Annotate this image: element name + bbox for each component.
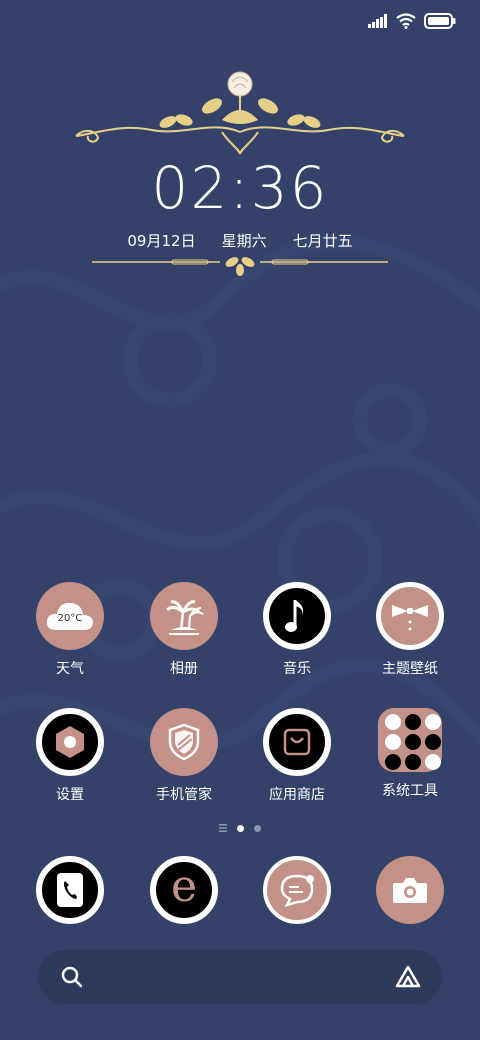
app-label: 主题壁纸	[382, 661, 438, 677]
assistant-icon[interactable]	[394, 964, 422, 990]
dock-phone[interactable]	[20, 856, 120, 924]
page-indicator[interactable]	[0, 824, 480, 832]
music-note-icon	[263, 582, 331, 650]
app-label: 手机管家	[156, 787, 212, 803]
app-label: 音乐	[283, 661, 311, 677]
gear-hex-icon	[36, 708, 104, 776]
shield-icon	[150, 708, 218, 776]
app-weather[interactable]: 20°C 天气	[20, 582, 120, 678]
page-dot	[254, 824, 261, 832]
app-label: 设置	[56, 787, 84, 803]
message-bubble-icon	[263, 856, 331, 924]
palm-island-icon	[150, 582, 218, 650]
date-lunar: 七月廿五	[292, 232, 353, 250]
weather-icon: 20°C	[36, 582, 104, 650]
app-label: 系统工具	[382, 783, 438, 799]
wifi-icon	[396, 13, 416, 29]
date-row: 09月12日 星期六 七月廿五	[0, 230, 480, 251]
phone-icon	[36, 856, 104, 924]
app-gallery[interactable]: 相册	[134, 582, 234, 678]
search-icon	[61, 966, 83, 988]
folder-icon	[378, 708, 442, 772]
page-dot-active	[237, 824, 244, 832]
rose-ornament	[75, 71, 405, 155]
ornament-divider	[92, 257, 388, 276]
date-day: 09月12日	[127, 232, 196, 250]
battery-icon	[424, 13, 456, 29]
search-bar[interactable]	[38, 950, 442, 1004]
browser-e-icon: e	[150, 856, 218, 924]
clock-time: 02:36	[151, 154, 329, 222]
date-weekday: 星期六	[221, 232, 267, 250]
bowtie-icon	[376, 582, 444, 650]
store-bag-icon	[263, 708, 331, 776]
dock-camera[interactable]	[360, 856, 460, 924]
app-label: 相册	[170, 661, 198, 677]
app-label: 应用商店	[269, 787, 325, 803]
list-icon	[219, 824, 227, 832]
dock-messages[interactable]	[247, 856, 347, 924]
dock-browser[interactable]: e	[134, 856, 234, 924]
signal-icon	[368, 14, 387, 28]
app-system-tools-folder[interactable]: 系统工具	[360, 708, 460, 800]
app-store[interactable]: 应用商店	[247, 708, 347, 804]
app-themes[interactable]: 主题壁纸	[360, 582, 460, 678]
app-settings[interactable]: 设置	[20, 708, 120, 804]
weather-temp: 20°C	[57, 613, 83, 624]
app-music[interactable]: 音乐	[247, 582, 347, 678]
camera-icon	[376, 856, 444, 924]
app-phone-manager[interactable]: 手机管家	[134, 708, 234, 804]
status-bar	[368, 10, 456, 32]
app-label: 天气	[56, 661, 84, 677]
